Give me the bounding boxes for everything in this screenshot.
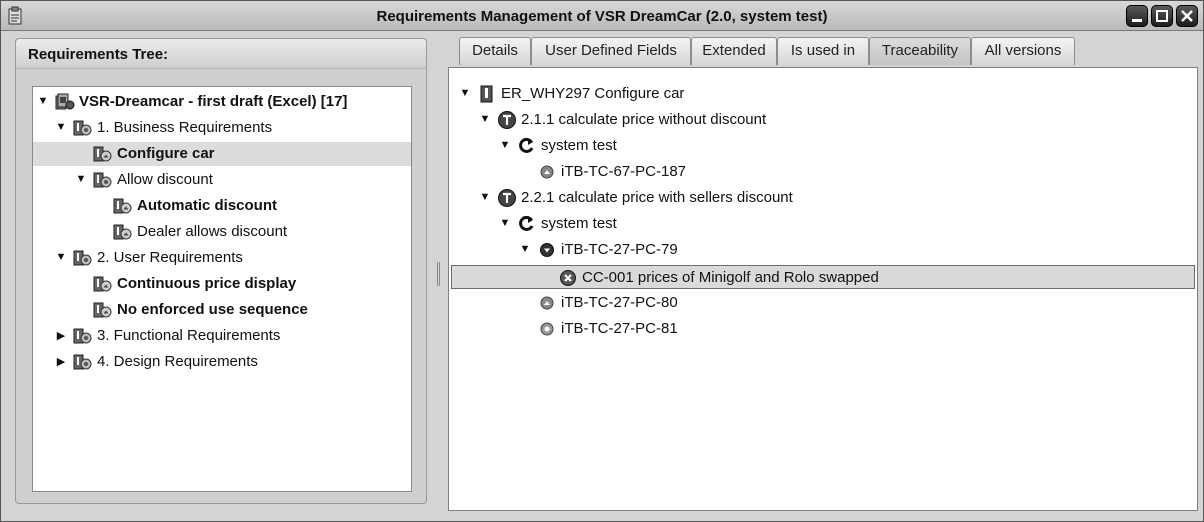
- test-theme-icon: [498, 189, 516, 207]
- requirement-tree-item-row[interactable]: ▼ 2. User Requirements: [33, 246, 411, 270]
- project-icon: [55, 93, 75, 110]
- requirement-tree-item-label: Configure car: [117, 145, 215, 162]
- requirement-icon: [93, 276, 112, 292]
- minimize-icon: [1132, 19, 1142, 22]
- requirement-tree-item-row[interactable]: ▶ 4. Design Requirements: [33, 350, 411, 374]
- collapse-toggle-icon[interactable]: ▼: [499, 139, 511, 151]
- traceability-tree-item-row[interactable]: ▼ 2.2.1 calculate price with sellers disc…: [449, 186, 1197, 210]
- collapse-toggle-icon[interactable]: ▼: [459, 87, 471, 99]
- traceability-tree[interactable]: ▼ ER_WHY297 Configure car ▼ 2.1.1 calculate…: [448, 67, 1198, 511]
- maximize-button[interactable]: [1151, 5, 1173, 27]
- app-window: Requirements Management of VSR DreamCar …: [0, 0, 1204, 522]
- requirement-tree-item-label: Dealer allows discount: [137, 223, 288, 240]
- requirement-tree-item-row[interactable]: Dealer allows discount: [33, 220, 411, 244]
- requirement-tree-item-label: No enforced use sequence: [117, 301, 308, 318]
- requirement-icon: [93, 146, 112, 162]
- requirement-tree-item-row[interactable]: ▼ 1. Business Requirements: [33, 116, 411, 140]
- test-case-failed-icon: [540, 243, 554, 257]
- tab-is-used-in[interactable]: Is used in: [777, 37, 869, 65]
- requirements-tree-panel: Requirements Tree: ▼ VSR-Dreamcar - first…: [15, 38, 427, 504]
- splitter-grip-icon[interactable]: [437, 262, 440, 286]
- traceability-tree-item-row[interactable]: ▼ ER_WHY297 Configure car: [449, 82, 1197, 106]
- requirement-tree-item-label: 3. Functional Requirements: [97, 327, 281, 344]
- split-pane-divider[interactable]: [432, 34, 444, 512]
- test-case-passed-icon: [540, 296, 554, 310]
- traceability-tree-item-label: iTB-TC-27-PC-80: [561, 294, 678, 311]
- requirement-folder-icon: [73, 354, 92, 370]
- traceability-tree-item-row[interactable]: ▼ system test: [449, 212, 1197, 236]
- requirement-tree-item-row[interactable]: No enforced use sequence: [33, 298, 411, 322]
- expand-toggle-icon[interactable]: ▶: [55, 329, 67, 342]
- collapse-toggle-icon[interactable]: ▼: [479, 191, 491, 203]
- tab-extended[interactable]: Extended: [691, 37, 777, 65]
- requirement-folder-icon: [93, 172, 112, 188]
- requirement-tree-item-row[interactable]: ▼ Allow discount: [33, 168, 411, 192]
- traceability-tree-item-label: iTB-TC-27-PC-79: [561, 241, 678, 258]
- collapse-toggle-icon[interactable]: ▼: [55, 251, 67, 263]
- requirement-tree-item-row[interactable]: Automatic discount: [33, 194, 411, 218]
- maximize-icon: [1156, 10, 1168, 22]
- traceability-tree-item-row[interactable]: iTB-TC-27-PC-81: [449, 317, 1197, 341]
- requirement-tree-item-label: 1. Business Requirements: [97, 119, 273, 136]
- requirement-icon: [93, 302, 112, 318]
- traceability-tree-item-label: system test: [541, 215, 617, 232]
- defect-icon: [560, 270, 576, 286]
- test-cycle-icon: [519, 215, 534, 231]
- traceability-tree-item-row[interactable]: iTB-TC-27-PC-80: [449, 291, 1197, 315]
- requirement-tree-item-label: 4. Design Requirements: [97, 353, 258, 370]
- traceability-tree-item-row[interactable]: ▼ system test: [449, 134, 1197, 158]
- test-theme-icon: [498, 111, 516, 129]
- window-title: Requirements Management of VSR DreamCar …: [376, 8, 828, 25]
- tab-traceability[interactable]: Traceability: [869, 37, 971, 65]
- requirement-tree-item-row[interactable]: ▶ 3. Functional Requirements: [33, 324, 411, 348]
- requirement-folder-icon: [73, 250, 92, 266]
- minimize-button[interactable]: [1126, 5, 1148, 27]
- requirement-tree-item-label: Continuous price display: [117, 275, 297, 292]
- close-button[interactable]: [1176, 5, 1198, 27]
- expand-toggle-icon[interactable]: ▶: [55, 355, 67, 368]
- requirement-tree-item-label: Allow discount: [117, 171, 213, 188]
- close-icon: [1181, 10, 1193, 22]
- panel-header: Requirements Tree:: [16, 39, 426, 69]
- requirement-tree-item-row[interactable]: ▼ VSR-Dreamcar - first draft (Excel) [17]: [33, 90, 411, 114]
- traceability-tree-item-label: CC-001 prices of Minigolf and Rolo swapp…: [582, 269, 879, 286]
- collapse-toggle-icon[interactable]: ▼: [37, 95, 49, 107]
- traceability-tree-item-label: system test: [541, 137, 617, 154]
- collapse-toggle-icon[interactable]: ▼: [75, 173, 87, 185]
- traceability-tree-item-row[interactable]: ▼ iTB-TC-27-PC-79: [449, 238, 1197, 262]
- test-case-open-icon: [540, 322, 554, 336]
- traceability-tree-item-row[interactable]: ▼ 2.1.1 calculate price without discount: [449, 108, 1197, 132]
- requirement-tree-item-row[interactable]: Continuous price display: [33, 272, 411, 296]
- traceability-tree-item-label: iTB-TC-67-PC-187: [561, 163, 687, 180]
- requirement-tree-item-label: 2. User Requirements: [97, 249, 243, 266]
- requirement-doc-icon: [480, 85, 493, 103]
- title-bar[interactable]: Requirements Management of VSR DreamCar …: [1, 1, 1203, 31]
- test-cycle-icon: [519, 137, 534, 153]
- requirement-icon: [113, 198, 132, 214]
- requirement-tree-item-label: Automatic discount: [137, 197, 278, 214]
- requirement-folder-icon: [73, 328, 92, 344]
- traceability-tree-item-label: ER_WHY297 Configure car: [501, 85, 685, 102]
- requirement-tree-item-row[interactable]: Configure car: [33, 142, 411, 166]
- requirement-folder-icon: [73, 120, 92, 136]
- collapse-toggle-icon[interactable]: ▼: [55, 121, 67, 133]
- collapse-toggle-icon[interactable]: ▼: [499, 217, 511, 229]
- collapse-toggle-icon[interactable]: ▼: [479, 113, 491, 125]
- tab-all-versions[interactable]: All versions: [971, 37, 1075, 65]
- tab-user-defined-fields[interactable]: User Defined Fields: [531, 37, 691, 65]
- traceability-tree-item-label: 2.2.1 calculate price with sellers disco…: [521, 189, 793, 206]
- collapse-toggle-icon[interactable]: ▼: [519, 243, 531, 255]
- panel-title: Requirements Tree:: [28, 46, 169, 63]
- traceability-tree-item-row[interactable]: CC-001 prices of Minigolf and Rolo swapp…: [451, 265, 1195, 289]
- traceability-tree-item-row[interactable]: iTB-TC-67-PC-187: [449, 160, 1197, 184]
- traceability-tree-item-label: iTB-TC-27-PC-81: [561, 320, 678, 337]
- traceability-tree-item-label: 2.1.1 calculate price without discount: [521, 111, 767, 128]
- test-case-passed-icon: [540, 165, 554, 179]
- requirement-icon: [113, 224, 132, 240]
- requirement-tree-item-label: VSR-Dreamcar - first draft (Excel) [17]: [79, 93, 348, 110]
- requirements-tree[interactable]: ▼ VSR-Dreamcar - first draft (Excel) [17]…: [32, 86, 412, 492]
- tab-details[interactable]: Details: [459, 37, 531, 65]
